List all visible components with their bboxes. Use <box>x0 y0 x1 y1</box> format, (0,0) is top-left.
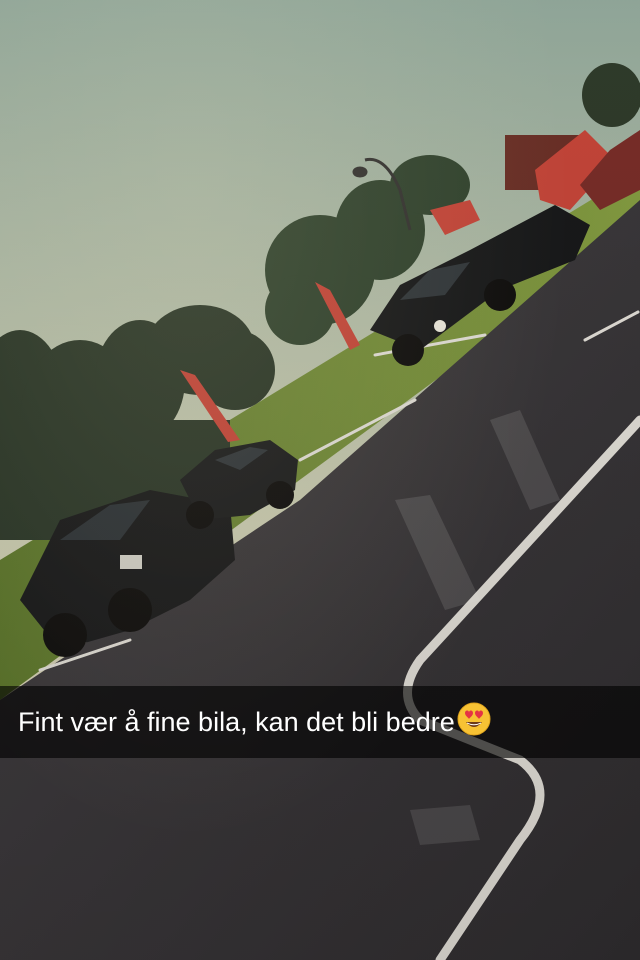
heart-eyes-emoji-icon <box>457 702 491 736</box>
caption-text: Fint vær å fine bila, kan det bli bedre <box>18 706 455 737</box>
snapchat-photo: Fint vær å fine bila, kan det bli bedre <box>0 0 640 960</box>
caption-bar: Fint vær å fine bila, kan det bli bedre <box>0 686 640 758</box>
photo-scene <box>0 0 640 960</box>
